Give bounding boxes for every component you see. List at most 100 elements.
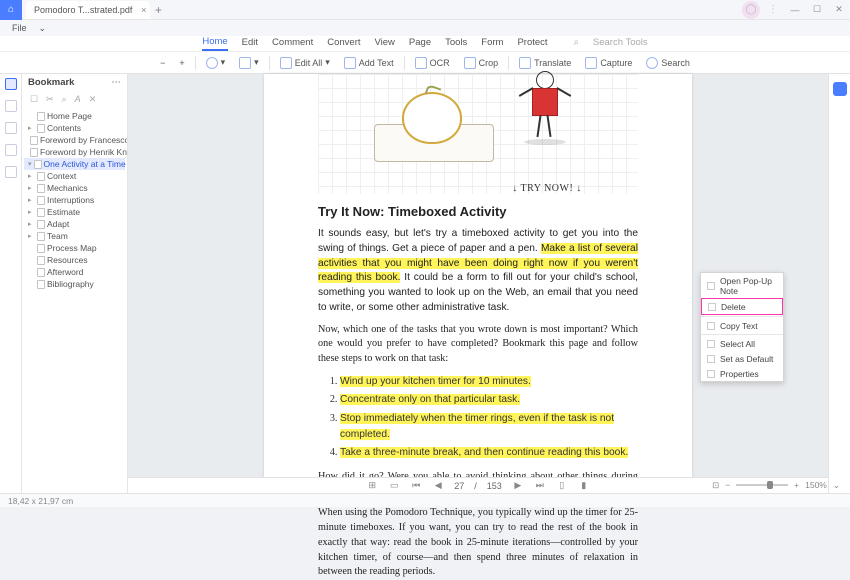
tab-add-button[interactable]: + [150,3,166,17]
select-tool[interactable]: ▾ [235,57,263,69]
zoom-dropdown-icon[interactable]: ⌄ [833,480,840,491]
fit-width-icon[interactable]: ⊞ [366,480,378,491]
bookmark-item[interactable]: ▸Context [24,170,125,182]
continuous-icon[interactable]: ▮ [578,480,590,491]
hand-icon [206,57,218,69]
bookmark-list: Home Page▸ContentsForeword by Francesco … [22,108,127,498]
nav-prev[interactable]: ◀ [432,480,444,491]
bookmark-item[interactable]: Bibliography [24,278,125,290]
expand-icon[interactable]: ▸ [28,208,35,216]
highlight-annotation[interactable]: Stop immediately when the timer rings, e… [340,413,614,440]
bookmark-add-icon[interactable]: ☐ [30,94,38,105]
expand-icon[interactable]: ▸ [28,232,35,240]
sidebar-menu-icon[interactable]: ⋯ [112,77,122,88]
bookmark-style-icon[interactable]: A [75,94,81,104]
search-button[interactable]: Search [642,57,694,69]
close-window-button[interactable]: ✕ [828,4,850,15]
tab-convert[interactable]: Convert [327,37,360,50]
single-page-icon[interactable]: ▯ [556,480,568,491]
ocr-icon [415,57,427,69]
bookmark-item[interactable]: Home Page [24,110,125,122]
bookmark-find-icon[interactable]: ⌕ [62,94,67,105]
expand-icon[interactable]: ▾ [28,160,32,168]
capture-button[interactable]: Capture [581,57,636,69]
translate-button[interactable]: Translate [515,57,575,69]
minimize-button[interactable]: — [784,5,806,15]
right-rail-badge-icon[interactable] [833,82,847,96]
menu-more[interactable]: ⌄ [35,23,51,34]
app-logo[interactable]: ⌂ [0,0,22,20]
ctx-properties[interactable]: Properties [701,366,783,381]
rail-search-icon[interactable] [5,166,17,178]
expand-icon[interactable]: ▸ [28,220,35,228]
tab-protect[interactable]: Protect [517,37,547,50]
nav-next[interactable]: ▶ [512,480,524,491]
bookmark-item[interactable]: ▾One Activity at a Time [24,158,125,170]
document-viewport[interactable]: ↓ TRY NOW! ↓ Try It Now: Timeboxed Activ… [128,74,828,498]
app-menu-icon[interactable]: ⋮ [764,1,782,19]
bookmark-cut-icon[interactable]: ✂ [46,94,54,105]
ctx-set-default[interactable]: Set as Default [701,351,783,366]
page-icon [37,208,45,217]
tab-home[interactable]: Home [202,36,227,51]
tab-edit[interactable]: Edit [242,37,258,50]
highlight-annotation[interactable]: Wind up your kitchen timer for 10 minute… [340,376,531,387]
edit-all-button[interactable]: Edit All ▾ [276,57,334,69]
page-current[interactable]: 27 [454,481,464,491]
bookmark-expand-icon[interactable]: ✕ [89,94,97,105]
ctx-copy-text[interactable]: Copy Text [701,318,783,333]
tab-comment[interactable]: Comment [272,37,313,50]
hand-tool[interactable]: ▾ [202,57,230,69]
tab-view[interactable]: View [375,37,395,50]
expand-icon[interactable]: ▸ [28,124,35,132]
tab-tools[interactable]: Tools [445,37,467,50]
menu-file[interactable]: File [8,23,31,33]
zoom-value[interactable]: 150% [805,480,827,490]
expand-icon[interactable]: ▸ [28,172,35,180]
rail-comments-icon[interactable] [5,144,17,156]
ctx-delete[interactable]: Delete [701,298,783,315]
page-icon [37,172,45,181]
bookmark-item[interactable]: Foreword by Henrik Kniberg [24,146,125,158]
ctx-select-all[interactable]: Select All [701,336,783,351]
bookmark-item[interactable]: Foreword by Francesco Cirillo [24,134,125,146]
bookmark-item[interactable]: ▸Estimate [24,206,125,218]
crop-button[interactable]: Crop [460,57,503,69]
maximize-button[interactable]: ☐ [806,4,828,15]
zoom-fit-icon[interactable]: ⊡ [712,480,719,491]
bookmark-item[interactable]: ▸Interruptions [24,194,125,206]
nav-last[interactable]: ⏭ [534,480,546,491]
bookmark-item[interactable]: ▸Contents [24,122,125,134]
bookmark-item[interactable]: Afterword [24,266,125,278]
zoom-out-icon[interactable]: − [725,480,730,490]
rail-attachments-icon[interactable] [5,122,17,134]
read-mode-icon[interactable]: ▭ [388,480,400,491]
bookmark-item[interactable]: Process Map [24,242,125,254]
rail-bookmarks-icon[interactable] [5,100,17,112]
expand-icon[interactable]: ▸ [28,196,35,204]
highlight-annotation[interactable]: Take a three-minute break, and then cont… [340,447,628,458]
tab-close-icon[interactable]: × [141,5,146,15]
page-icon [30,148,38,157]
user-avatar-icon[interactable]: ◯ [742,1,760,19]
zoom-slider[interactable] [736,484,788,486]
zoom-out-button[interactable]: − [156,58,169,68]
sidebar-tools: ☐ ✂ ⌕ A ✕ [22,90,127,108]
expand-icon[interactable]: ▸ [28,184,35,192]
bookmark-item[interactable]: Resources [24,254,125,266]
ctx-open-popup[interactable]: Open Pop-Up Note [701,273,783,298]
zoom-in-icon[interactable]: + [794,480,799,490]
nav-first[interactable]: ⏮ [410,480,422,491]
bookmark-item[interactable]: ▸Team [24,230,125,242]
zoom-in-button[interactable]: + [175,58,188,68]
tab-page[interactable]: Page [409,37,431,50]
tab-form[interactable]: Form [481,37,503,50]
add-text-button[interactable]: Add Text [340,57,398,69]
bookmark-item[interactable]: ▸Adapt [24,218,125,230]
document-tab[interactable]: Pomodoro T...strated.pdf × [26,1,150,19]
search-tools-input[interactable]: Search Tools [593,37,648,50]
rail-thumbnails-icon[interactable] [5,78,17,90]
highlight-annotation[interactable]: Concentrate only on that particular task… [340,394,520,405]
ocr-button[interactable]: OCR [411,57,454,69]
bookmark-item[interactable]: ▸Mechanics [24,182,125,194]
